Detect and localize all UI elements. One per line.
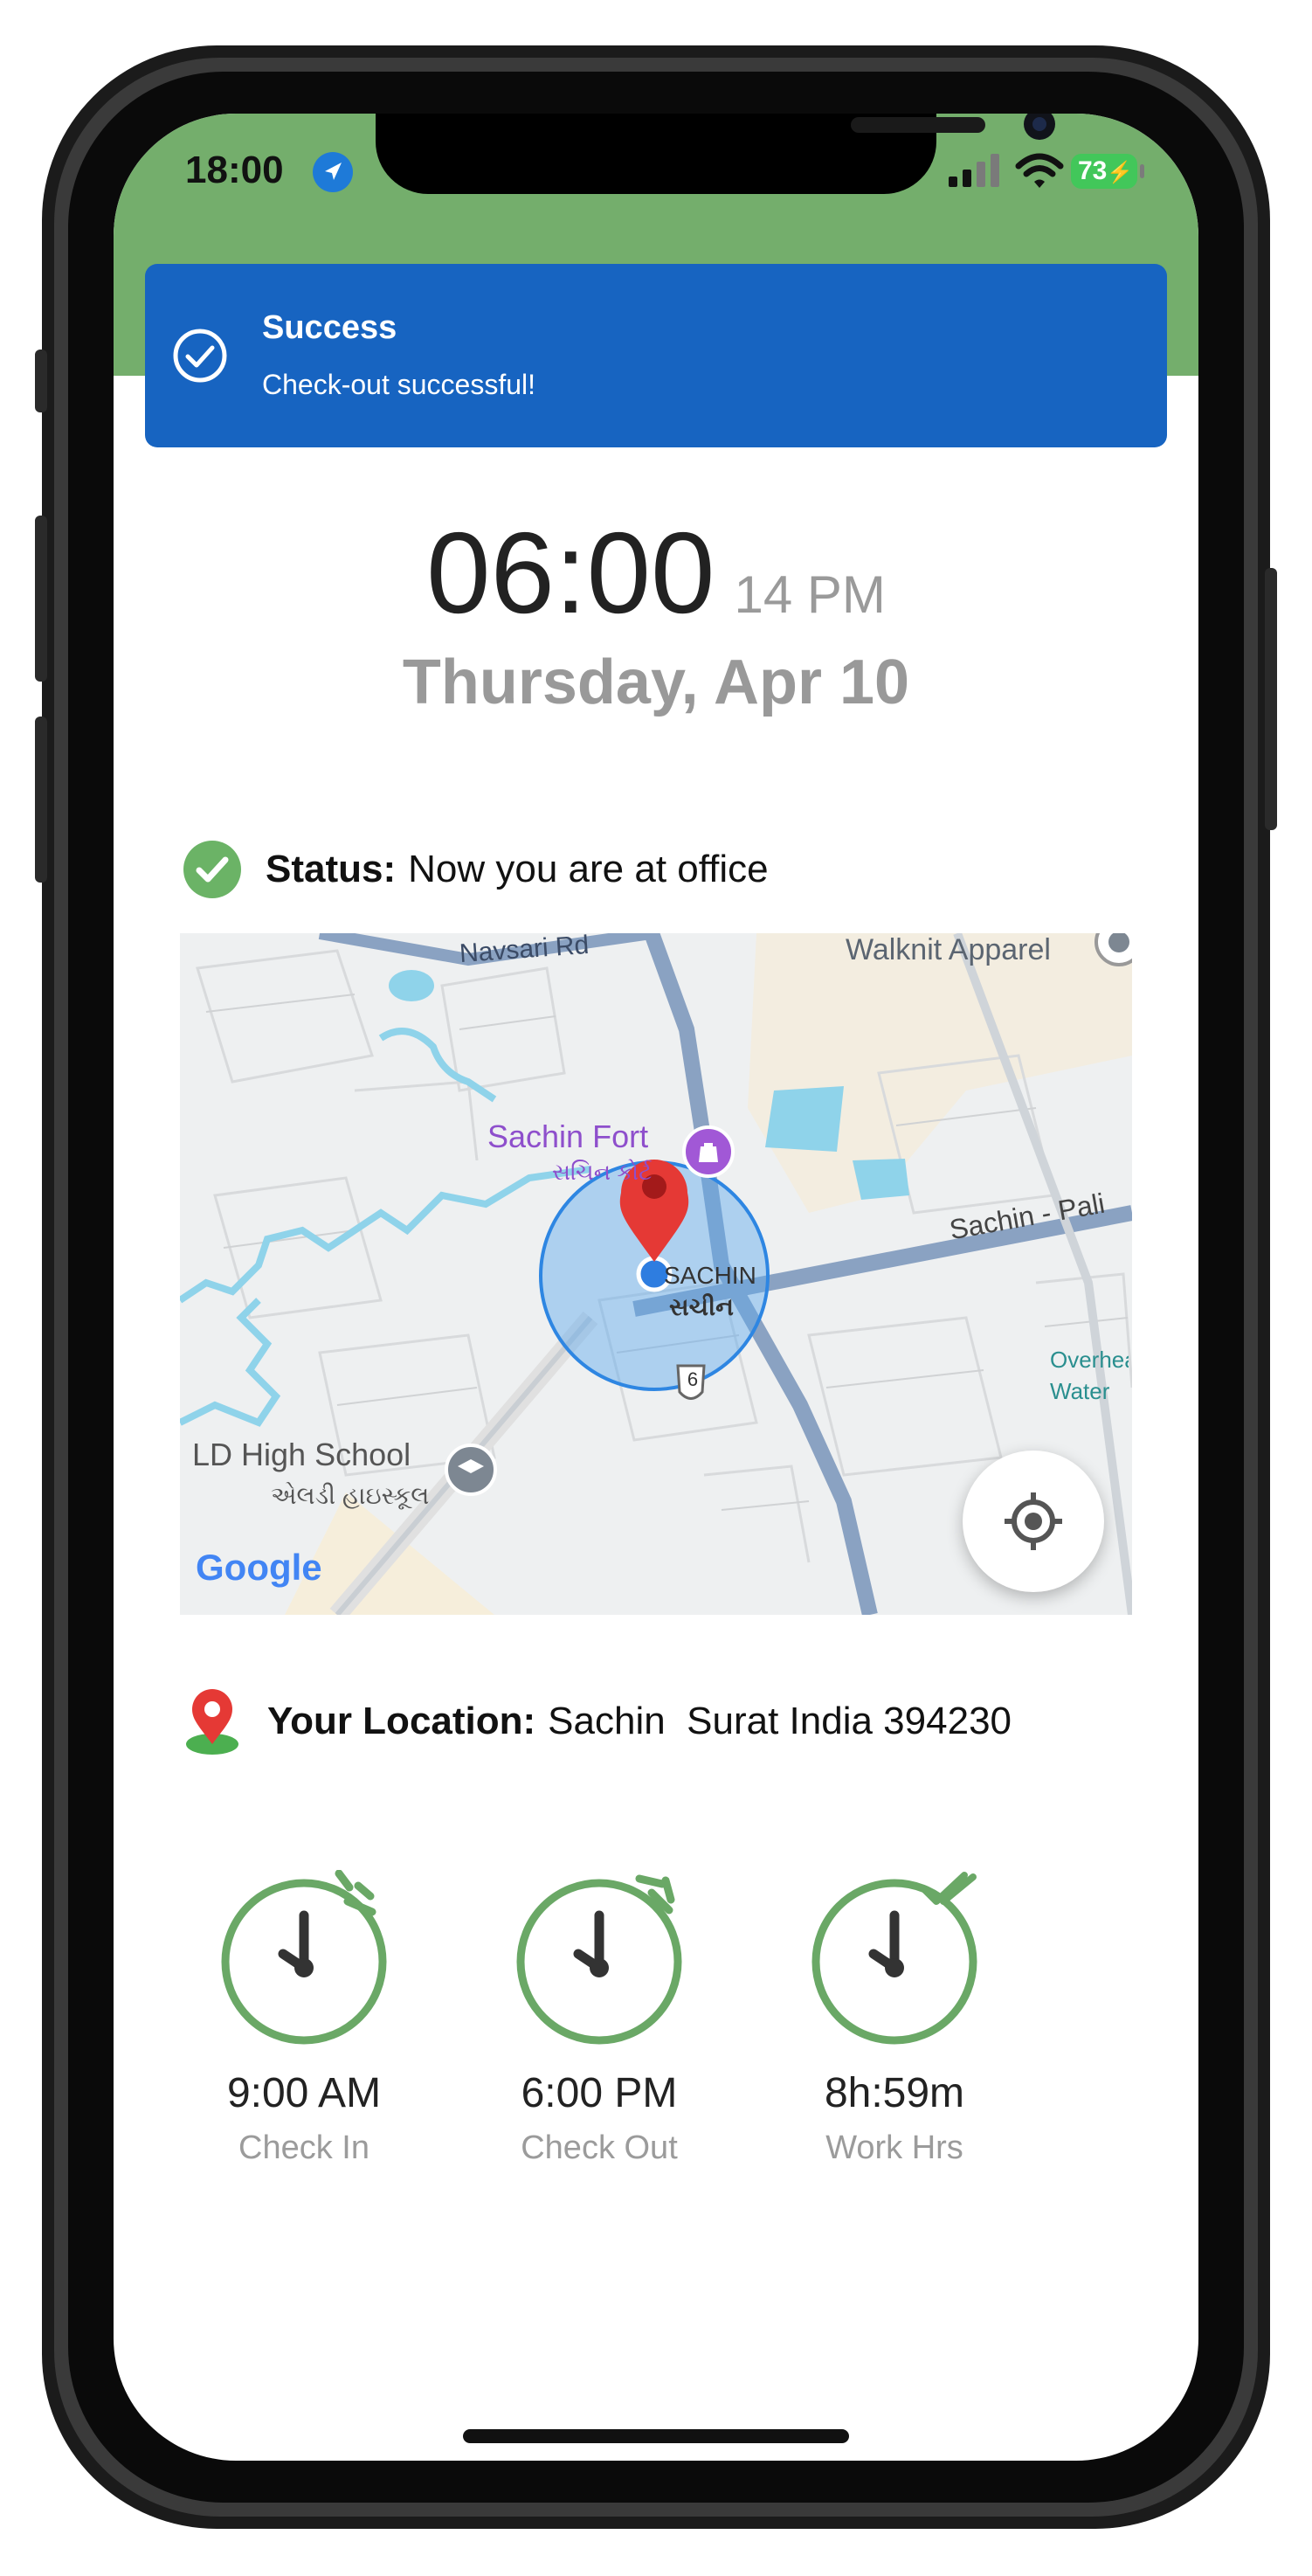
map-label-sachin-gu: સચીન [669, 1293, 734, 1320]
map-label-ld-school-gu: એલડી હાઇસ્કૂલ [271, 1482, 430, 1509]
clock-display: 06:00 14 PM [114, 507, 1198, 639]
map-view[interactable]: Navsari Rd Walknit Apparel Sachin Fort સ… [180, 933, 1132, 1615]
status-bar-time: 18:00 [185, 149, 284, 191]
location-value: Sachin Surat India 394230 [548, 1700, 1012, 1742]
work-hours-clock-icon [811, 1872, 977, 2045]
home-indicator[interactable] [463, 2429, 849, 2443]
status-label: Status: [266, 848, 397, 890]
notch [376, 114, 1055, 194]
app-screen: 18:00 73⚡ Success Check-out successful! … [114, 114, 1198, 2461]
map-label-highway: 6 [687, 1368, 699, 1390]
clock-suffix: 14 PM [734, 565, 886, 624]
location-label: Your Location: [267, 1700, 536, 1742]
check-out-stat: 6:00 PM Check Out [451, 1870, 748, 2167]
volume-down-button [35, 717, 47, 883]
work-hours-stat: 8h:59m Work Hrs [746, 1870, 1043, 2167]
check-out-label: Check Out [521, 2129, 678, 2166]
clock-time: 06:00 [426, 509, 715, 637]
location-row: Your Location: Sachin Surat India 394230 [183, 1686, 1012, 1756]
side-button [35, 350, 47, 412]
check-out-time: 6:00 PM [521, 2070, 678, 2116]
status-value: Now you are at office [408, 848, 769, 890]
battery-indicator: 73⚡ [1071, 154, 1144, 189]
check-in-label: Check In [238, 2129, 369, 2166]
work-hours-value: 8h:59m [824, 2070, 965, 2116]
work-hours-label: Work Hrs [825, 2129, 963, 2166]
toast-message: Check-out successful! [262, 369, 536, 400]
check-in-clock-icon [221, 1870, 387, 2045]
map-pin-icon [186, 1689, 238, 1755]
speaker-grille [851, 117, 985, 133]
check-in-time: 9:00 AM [226, 2070, 382, 2116]
map-label-ld-school: LD High School [192, 1437, 411, 1472]
map-label-sachin-fort: Sachin Fort [487, 1118, 649, 1154]
crosshair-icon [1005, 1492, 1062, 1550]
volume-up-button [35, 516, 47, 682]
current-date: Thursday, Apr 10 [402, 647, 910, 717]
check-circle-icon [173, 329, 227, 383]
my-location-button[interactable] [963, 1451, 1104, 1592]
location-services-icon [313, 152, 353, 192]
map-label-walknit: Walknit Apparel [846, 933, 1051, 966]
cellular-signal-icon [949, 154, 999, 187]
map-label-sachin: SACHIN [664, 1262, 756, 1289]
check-in-stat: 9:00 AM Check In [155, 1870, 452, 2167]
toast-title: Success [262, 309, 397, 346]
charging-bolt-icon: ⚡ [1107, 161, 1134, 184]
google-logo: Google [196, 1547, 322, 1588]
power-button [1265, 568, 1277, 830]
success-toast[interactable]: Success Check-out successful! [145, 264, 1167, 447]
status-check-icon [183, 841, 241, 898]
map-label-overhead-water: Overhead Water [1050, 1347, 1129, 1404]
wifi-icon [1015, 153, 1064, 188]
status-row: Status: Now you are at office [183, 839, 769, 900]
check-out-clock-icon [516, 1874, 682, 2045]
battery-level: 73 [1078, 156, 1108, 185]
map-label-sachin-fort-gu: સચિન કોર્ટ [552, 1159, 653, 1185]
